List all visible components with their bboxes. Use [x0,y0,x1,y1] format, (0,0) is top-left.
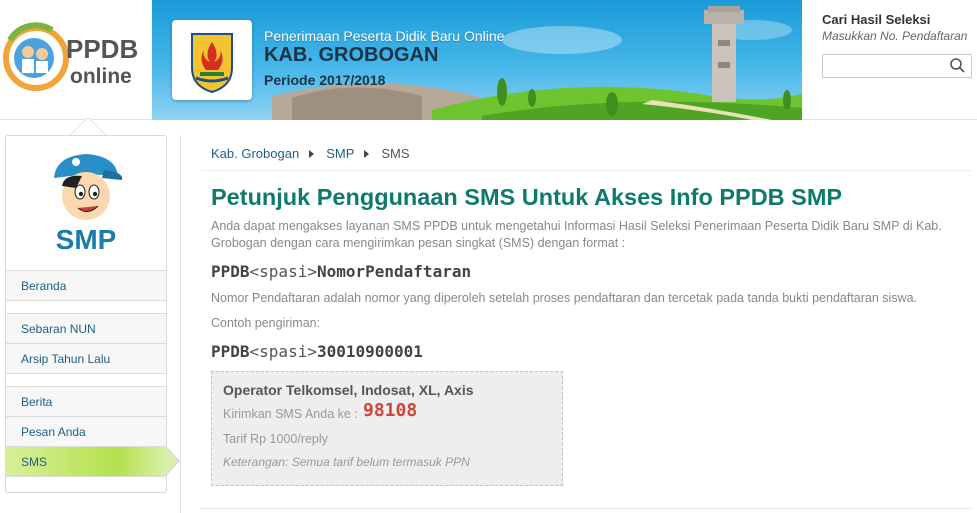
example-prefix: PPDB [211,342,250,361]
sms-format: PPDB<spasi>NomorPendaftaran [211,262,471,281]
search-title: Cari Hasil Seleksi [822,12,931,27]
breadcrumb-separator-icon [309,149,315,158]
tarif-note: Keterangan: Semua tarif belum termasuk P… [223,455,470,469]
tarif-text: Tarif Rp 1000/reply [223,432,328,446]
format-suffix: NomorPendaftaran [316,262,472,281]
banner-subtitle: Penerimaan Peserta Didik Baru Online [264,28,505,44]
sidebar-item-sebaran-nun[interactable]: Sebaran NUN [6,314,166,344]
search-icon [950,58,965,73]
sidebar-item-sms[interactable]: SMS [6,447,166,477]
column-divider [180,135,181,513]
search-subtitle: Masukkan No. Pendaftaran [822,29,968,43]
send-sms-label: Kirimkan SMS Anda ke : [223,407,358,421]
page-title: Petunjuk Penggunaan SMS Untuk Akses Info… [211,184,843,210]
sidebar-pointer [70,117,106,135]
format-space: <spasi> [249,262,317,281]
registration-number-description: Nomor Pendaftaran adalah nomor yang dipe… [211,291,918,305]
site-header: PPDB online Penerimaan Peserta Didik Bar… [0,0,977,120]
menu-separator [6,374,166,387]
search-button[interactable] [947,56,969,76]
logo-text-online: online [70,65,132,88]
intro-text: Anda dapat mengakses layanan SMS PPDB un… [211,219,942,250]
content-bottom-divider [201,508,971,509]
breadcrumb-divider [201,170,971,171]
example-space: <spasi> [249,342,317,361]
operator-list: Operator Telkomsel, Indosat, XL, Axis [223,382,474,398]
example-suffix: 30010900001 [316,342,423,361]
sidebar-title: SMP [55,224,117,255]
sms-example: PPDB<spasi>30010900001 [211,342,423,361]
sidebar: SMP Beranda Sebaran NUN Arsip Tahun Lalu… [5,135,167,493]
example-label: Contoh pengiriman: [211,316,321,330]
search-box [822,54,972,78]
breadcrumb-item-smp[interactable]: SMP [326,146,354,161]
breadcrumb-separator-icon [364,149,370,158]
operator-info-box: Operator Telkomsel, Indosat, XL, Axis Ki… [211,371,563,486]
sidebar-menu: Beranda Sebaran NUN Arsip Tahun Lalu Ber… [6,270,166,477]
sms-short-number: 98108 [363,400,418,421]
breadcrumb-item-current: SMS [381,146,410,162]
breadcrumb: Kab. Grobogan SMP SMS [211,145,410,161]
logo-text-ppdb: PPDB [66,34,138,64]
sidebar-item-berita[interactable]: Berita [6,387,166,417]
sidebar-item-beranda[interactable]: Beranda [6,271,166,301]
header-banner: Penerimaan Peserta Didik Baru Online KAB… [152,0,802,120]
search-result-panel: Cari Hasil Seleksi Masukkan No. Pendafta… [822,12,972,78]
breadcrumb-item-kab[interactable]: Kab. Grobogan [211,146,299,161]
active-item-pointer [165,446,180,476]
grobogan-emblem [172,20,252,100]
registration-number-input[interactable] [823,55,941,77]
format-prefix: PPDB [211,262,250,281]
banner-title: KAB. GROBOGAN [264,44,439,66]
sidebar-item-pesan-anda[interactable]: Pesan Anda [6,417,166,447]
ppdb-online-logo[interactable]: PPDB online [0,0,152,120]
banner-period: Periode 2017/2018 [264,72,386,88]
sidebar-item-arsip-tahun-lalu[interactable]: Arsip Tahun Lalu [6,344,166,374]
menu-separator [6,301,166,314]
student-mascot-icon [54,154,123,220]
